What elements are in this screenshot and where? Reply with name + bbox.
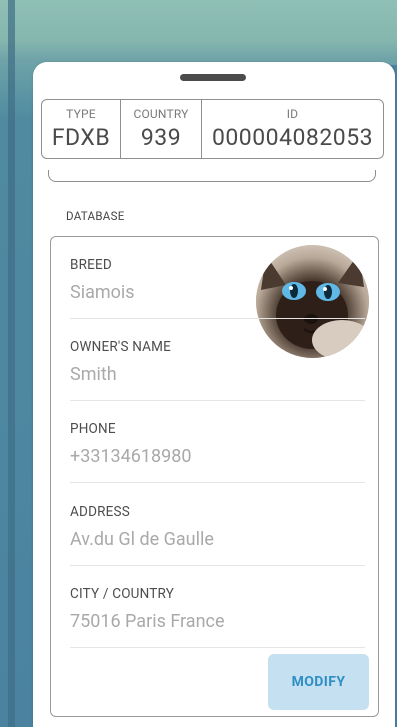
country-value: 939 (140, 124, 182, 151)
section-title: DATABASE (66, 209, 125, 223)
database-card: BREED Siamois OWNER'S NAME Smith PHONE +… (50, 236, 379, 717)
chip-id-box: TYPE FDXB COUNTRY 939 ID 000004082053 (41, 99, 384, 159)
address-value[interactable]: Av.du Gl de Gaulle (70, 529, 365, 550)
phone-value[interactable]: +33134618980 (70, 446, 365, 467)
background-edge (8, 0, 15, 727)
country-label: COUNTRY (133, 107, 189, 121)
field-underline (70, 482, 365, 483)
city-country-field: CITY / COUNTRY 75016 Paris France (70, 586, 365, 648)
phone-label: PHONE (70, 421, 116, 437)
breed-label: BREED (70, 257, 112, 273)
breed-field: BREED Siamois (70, 257, 365, 319)
phone-field: PHONE +33134618980 (70, 421, 365, 483)
modify-button[interactable]: MODIFY (268, 654, 369, 710)
city-country-label: CITY / COUNTRY (70, 586, 175, 602)
owner-name-label: OWNER'S NAME (70, 339, 172, 355)
type-column: TYPE FDXB (42, 100, 120, 158)
field-underline (70, 400, 365, 401)
address-label: ADDRESS (70, 504, 130, 520)
city-country-value[interactable]: 75016 Paris France (70, 611, 365, 632)
field-underline (70, 318, 365, 319)
id-value: 000004082053 (211, 124, 374, 151)
previous-card-edge (48, 170, 376, 182)
breed-value[interactable]: Siamois (70, 282, 365, 303)
type-value: FDXB (51, 124, 111, 151)
owner-name-field: OWNER'S NAME Smith (70, 339, 365, 401)
bottom-sheet: TYPE FDXB COUNTRY 939 ID 000004082053 DA… (33, 62, 395, 727)
drag-handle[interactable] (180, 74, 246, 81)
address-field: ADDRESS Av.du Gl de Gaulle (70, 504, 365, 566)
country-column: COUNTRY 939 (121, 100, 201, 158)
owner-name-value[interactable]: Smith (70, 364, 365, 385)
type-label: TYPE (66, 107, 96, 121)
id-label: ID (286, 107, 299, 121)
background-screen: TYPE FDXB COUNTRY 939 ID 000004082053 DA… (0, 0, 410, 727)
background-edge (397, 0, 410, 727)
field-underline (70, 565, 365, 566)
field-underline (70, 647, 365, 648)
id-column: ID 000004082053 (202, 100, 383, 158)
